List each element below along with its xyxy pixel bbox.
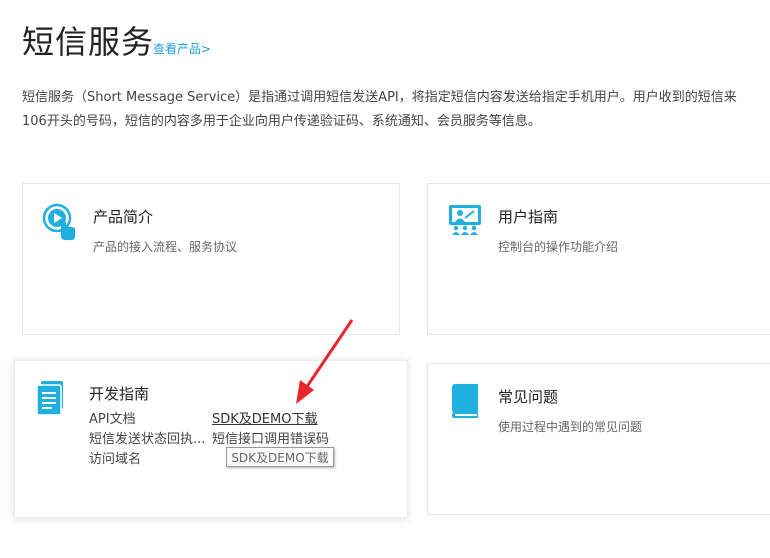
card-subtitle: 产品的接入流程、服务协议 [93,240,238,254]
card-title: 常见问题 [498,388,559,406]
card-title: 用户指南 [498,208,559,226]
card-faq[interactable]: 常见问题 使用过程中遇到的常见问题 [427,363,770,515]
card-title: 开发指南 [89,385,150,403]
link-sms-status-receipt[interactable]: 短信发送状态回执... [89,430,205,450]
page-title: 短信服务 [22,23,155,61]
presentation-icon [449,205,481,235]
link-api-docs[interactable]: API文档 [89,410,136,430]
tooltip: SDK及DEMO下载 [226,447,334,467]
description-line-2: 106开头的号码，短信的内容多用于企业向用户传递验证码、系统通知、会员服务等信息… [22,114,541,129]
touch-play-icon [42,203,75,240]
view-product-link[interactable]: 查看产品> [153,40,211,57]
description-line-1: 短信服务（Short Message Service）是指通过调用短信发送API… [22,90,737,105]
link-sdk-demo-download[interactable]: SDK及DEMO下载 [212,410,317,430]
card-user-guide[interactable]: 用户指南 控制台的操作功能介绍 [427,183,770,335]
card-product-intro[interactable]: 产品简介 产品的接入流程、服务协议 [22,183,400,335]
service-description: 短信服务（Short Message Service）是指通过调用短信发送API… [22,86,770,134]
card-title: 产品简介 [93,208,154,226]
card-dev-guide[interactable]: 开发指南 API文档 SDK及DEMO下载 短信发送状态回执... 短信接口调用… [14,360,408,518]
book-icon [452,384,478,418]
card-subtitle: 使用过程中遇到的常见问题 [498,420,643,434]
document-icon [37,381,63,415]
card-subtitle: 控制台的操作功能介绍 [498,240,619,254]
link-access-domain[interactable]: 访问域名 [89,450,141,470]
